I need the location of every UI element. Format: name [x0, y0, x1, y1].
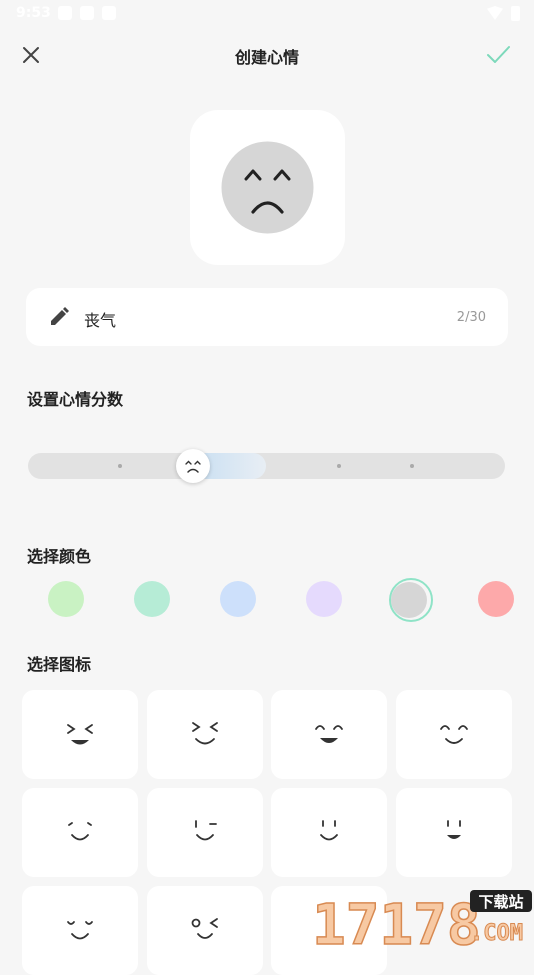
char-count: 2/30 — [456, 310, 486, 325]
watermark-tag: 下载站 — [478, 893, 523, 911]
notification-icon — [102, 6, 116, 20]
status-time: 9:53 — [16, 5, 51, 21]
color-section-label: 选择颜色 — [27, 547, 92, 566]
icon-option-playful[interactable] — [147, 886, 263, 975]
mood-name-value[interactable]: 丧气 — [84, 307, 116, 331]
watermark-number: 17178 — [312, 893, 481, 950]
calm-face-icon — [68, 822, 92, 841]
icon-option-grin-small[interactable] — [396, 788, 512, 877]
color-swatch[interactable] — [306, 581, 342, 617]
happy-face-icon — [315, 725, 343, 743]
icon-option-happy[interactable] — [271, 690, 387, 779]
watermark-domain: .COM — [470, 921, 523, 946]
icon-option-squint-smile[interactable] — [147, 690, 263, 779]
notification-icons — [58, 6, 116, 20]
slider-tick — [410, 464, 414, 468]
score-slider-track[interactable] — [28, 453, 505, 479]
score-slider-thumb[interactable] — [176, 449, 210, 483]
icon-option-wink[interactable] — [147, 788, 263, 877]
notification-icon — [80, 6, 94, 20]
system-icons — [487, 6, 520, 21]
status-bar: 9:53 — [0, 0, 534, 28]
pencil-icon — [51, 307, 69, 325]
top-bar: 创建心情 — [0, 30, 534, 80]
icon-option-neutral-smile[interactable] — [271, 788, 387, 877]
squint-smile-icon — [192, 722, 218, 745]
mood-name-field[interactable]: 丧气 2/30 — [26, 288, 508, 346]
site-watermark-logo: 17178 下载站 .COM — [311, 890, 532, 950]
color-swatch[interactable] — [134, 581, 170, 617]
playful-face-icon — [191, 918, 218, 939]
color-swatch[interactable] — [478, 581, 514, 617]
color-swatch[interactable] — [391, 582, 427, 618]
wink-face-icon — [195, 820, 217, 841]
wifi-icon — [487, 6, 503, 20]
color-swatch[interactable] — [48, 581, 84, 617]
icon-section-label: 选择图标 — [27, 655, 92, 674]
small-grin-icon — [447, 820, 461, 839]
neutral-smile-icon — [320, 820, 338, 841]
icon-option-content[interactable] — [396, 690, 512, 779]
battery-icon — [511, 6, 520, 21]
content-face-icon — [440, 725, 468, 744]
color-swatch[interactable] — [220, 581, 256, 617]
icon-option-calm[interactable] — [22, 788, 138, 877]
slider-tick — [337, 464, 341, 468]
notification-icon — [58, 6, 72, 20]
relaxed-face-icon — [67, 921, 93, 940]
icon-option-grin[interactable] — [22, 690, 138, 779]
slider-tick — [118, 464, 122, 468]
icon-option-relaxed[interactable] — [22, 886, 138, 975]
confirm-check-icon[interactable] — [484, 40, 512, 68]
score-section-label: 设置心情分数 — [27, 390, 124, 409]
grin-face-icon — [67, 724, 93, 745]
sad-face-icon — [221, 141, 314, 234]
page-title: 创建心情 — [234, 48, 299, 67]
sad-face-icon — [185, 460, 201, 473]
mood-preview-card — [190, 110, 345, 265]
